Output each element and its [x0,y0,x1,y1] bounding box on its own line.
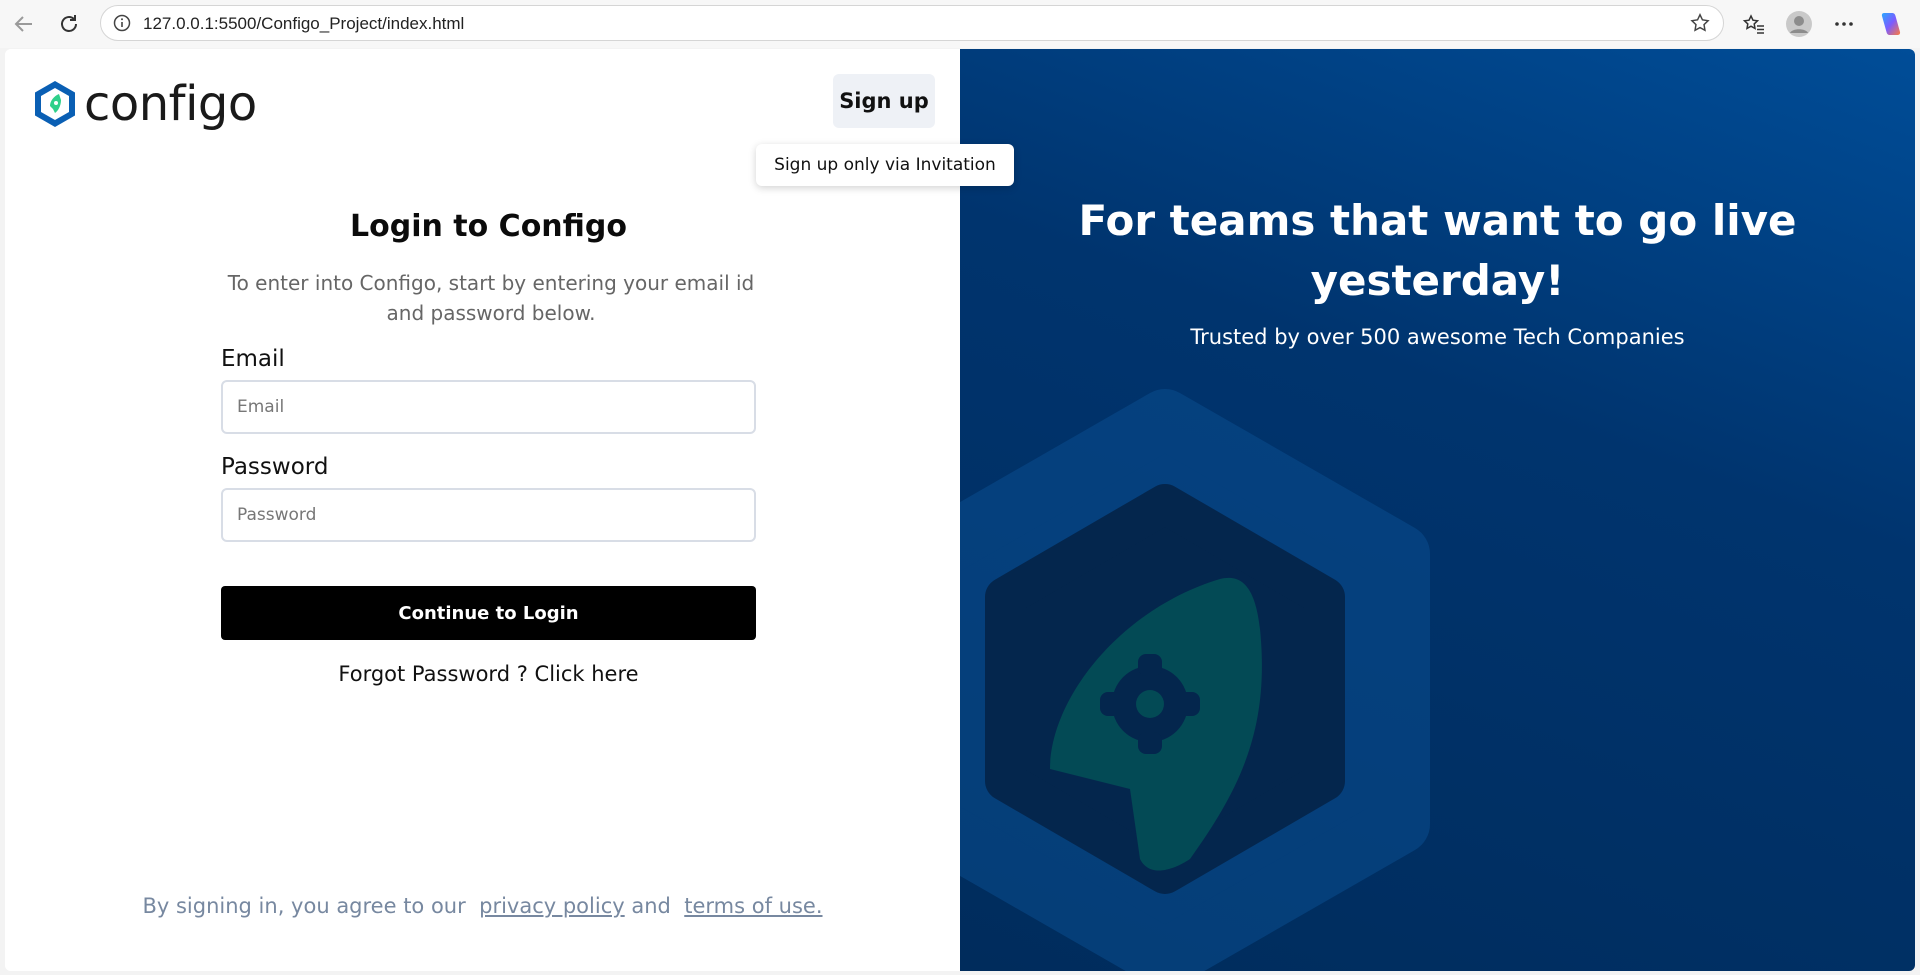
hero-panel: For teams that want to go live yesterday… [960,49,1915,971]
hero-title: For teams that want to go live yesterday… [1078,196,1797,305]
login-panel: configo Sign up Sign up only via Invitat… [5,49,1014,971]
url-text[interactable]: 127.0.0.1:5500/Configo_Project/index.htm… [143,14,464,34]
legal-and: and [631,894,671,918]
forgot-password: Forgot Password ? Click here [221,662,756,686]
page-title: Login to Configo [350,209,627,244]
info-icon[interactable] [113,14,131,32]
copilot-icon[interactable] [1876,10,1904,38]
continue-to-login-button[interactable]: Continue to Login [221,586,756,640]
legal-prefix: By signing in, you agree to our [142,894,466,918]
favorites-icon[interactable] [1740,10,1768,38]
forgot-password-text: Forgot Password ? [338,662,535,686]
hero-subtitle: Trusted by over 500 awesome Tech Compani… [1190,325,1685,349]
configo-logo-icon [35,81,75,127]
forgot-password-link[interactable]: Click here [535,662,639,686]
brand-logo[interactable]: configo [32,79,257,129]
more-icon[interactable] [1830,10,1858,38]
login-subtitle: To enter into Configo, start by entering… [227,271,755,325]
email-field[interactable] [221,380,756,434]
privacy-policy-link[interactable]: privacy policy [479,894,625,918]
email-label: Email [221,346,285,372]
password-field[interactable] [221,488,756,542]
profile-icon[interactable] [1785,10,1813,38]
star-icon[interactable] [1689,12,1711,34]
address-bar[interactable]: 127.0.0.1:5500/Configo_Project/index.htm… [100,5,1724,41]
rocket-illustration [960,389,1430,971]
password-label: Password [221,454,329,480]
page-viewport: configo Sign up Sign up only via Invitat… [5,49,1915,971]
legal-notice: By signing in, you agree to our privacy … [5,894,960,918]
back-icon[interactable] [10,10,38,38]
brand-name: configo [84,76,257,132]
login-form: Login to Configo To enter into Configo, … [221,209,756,686]
signup-button[interactable]: Sign up [833,74,935,128]
signup-tooltip: Sign up only via Invitation [756,144,1014,186]
refresh-icon[interactable] [55,10,83,38]
terms-of-use-link[interactable]: terms of use. [684,894,822,918]
browser-toolbar: 127.0.0.1:5500/Configo_Project/index.htm… [0,0,1920,48]
